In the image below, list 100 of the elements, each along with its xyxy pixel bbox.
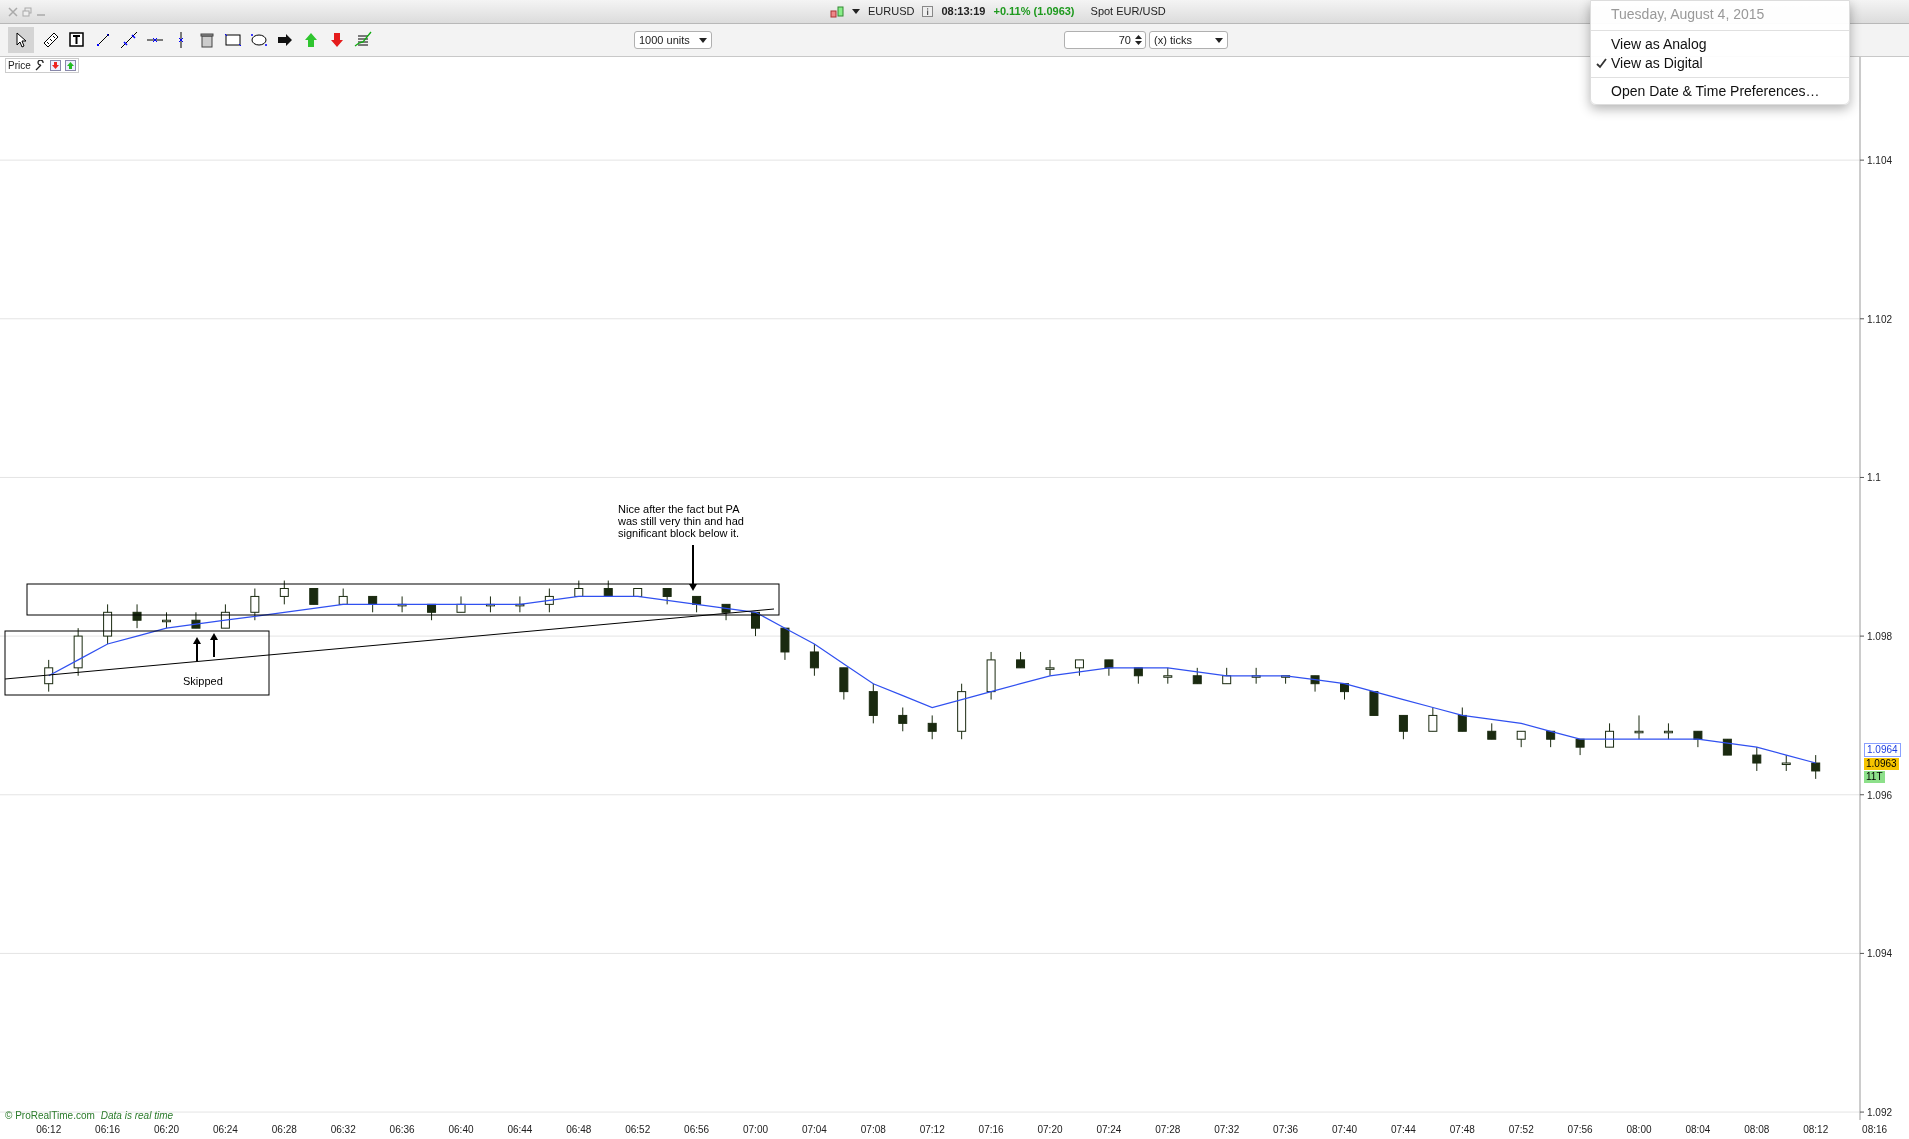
candlestick: [1634, 714, 1644, 740]
candlestick: [1104, 659, 1114, 677]
time-axis-label: 07:24: [1096, 1124, 1122, 1135]
candlestick: [574, 580, 584, 597]
time-axis-label: 06:28: [271, 1124, 297, 1135]
candlestick: [1781, 754, 1791, 772]
candlestick: [1752, 746, 1762, 772]
candlestick-icon[interactable]: [830, 4, 844, 19]
time-axis-label: 06:40: [448, 1124, 474, 1135]
candlestick: [1133, 667, 1143, 685]
period-count-field[interactable]: 70: [1064, 31, 1146, 49]
time-axis-label: 07:28: [1155, 1124, 1181, 1135]
arrow-down-icon[interactable]: [49, 60, 61, 71]
arrow-down-icon[interactable]: [328, 31, 346, 49]
candlestick: [1693, 730, 1703, 748]
candlestick: [692, 595, 702, 613]
candlestick: [1605, 722, 1615, 748]
time-axis-label: 06:52: [625, 1124, 651, 1135]
time-axis-label: 06:24: [212, 1124, 238, 1135]
wrench-icon[interactable]: [34, 60, 46, 71]
candlestick: [279, 580, 289, 605]
candlestick: [456, 595, 466, 613]
menu-item-label: View as Analog: [1611, 35, 1707, 54]
line-icon[interactable]: [120, 31, 138, 49]
candlestick: [1310, 675, 1320, 693]
ruler-icon[interactable]: [42, 31, 60, 49]
time-axis-label: 06:20: [154, 1124, 179, 1135]
time-axis-label: 08:00: [1626, 1124, 1652, 1135]
text-tool-icon[interactable]: [68, 31, 86, 49]
time-axis-label: 07:20: [1037, 1124, 1063, 1135]
candlestick: [338, 588, 348, 605]
candlestick: [1575, 738, 1585, 756]
caret-icon: [699, 37, 707, 43]
time-axis-label: 06:36: [389, 1124, 415, 1135]
candlestick: [957, 683, 967, 740]
candlestick: [1222, 667, 1232, 685]
trash-icon[interactable]: [198, 31, 216, 49]
period-unit-select[interactable]: (x) ticks: [1149, 31, 1228, 49]
candlestick: [1457, 707, 1467, 732]
candlestick: [544, 588, 554, 613]
candlestick: [1340, 683, 1349, 701]
menu-item-label: Open Date & Time Preferences…: [1611, 82, 1820, 101]
candlestick: [515, 595, 525, 613]
candlestick: [1546, 730, 1556, 748]
candlestick: [1192, 667, 1202, 685]
menu-item[interactable]: Open Date & Time Preferences…: [1591, 82, 1849, 101]
menu-item[interactable]: View as Analog: [1591, 35, 1849, 54]
time-axis-label: 06:32: [330, 1124, 356, 1135]
candlestick: [191, 611, 201, 629]
candlestick: [780, 627, 790, 661]
ellipse-tool-icon[interactable]: [250, 31, 268, 49]
time-axis-label: 08:12: [1803, 1124, 1829, 1135]
caret-icon[interactable]: [852, 8, 860, 15]
arrow-right-icon[interactable]: [276, 31, 294, 49]
line-segment-icon[interactable]: [94, 31, 112, 49]
pane-title: Price: [8, 59, 31, 73]
candlestick: [898, 707, 908, 732]
candlestick: [603, 580, 613, 597]
arrow-up-icon[interactable]: [64, 60, 76, 71]
copyright-text[interactable]: © ProRealTime.com: [5, 1108, 95, 1123]
candlestick: [1811, 754, 1821, 780]
time-axis-label: 07:56: [1567, 1124, 1593, 1135]
time-axis-label: 07:40: [1332, 1124, 1357, 1135]
candlestick: [1074, 659, 1084, 677]
price-tag: 11T: [1864, 771, 1885, 783]
candlestick: [132, 603, 142, 629]
time-axis-label: 07:36: [1273, 1124, 1299, 1135]
price-axis-label: 1.094: [1867, 948, 1893, 960]
time-axis-label: 07:08: [860, 1124, 886, 1135]
chart-tool-icon[interactable]: [354, 31, 372, 49]
menu-date: Tuesday, August 4, 2015: [1610, 5, 1766, 24]
time-axis-label: 08:16: [1862, 1124, 1888, 1135]
stepper-icon[interactable]: [1135, 34, 1142, 46]
clock-time[interactable]: 08:13:19: [941, 3, 986, 20]
time-axis-label: 06:12: [36, 1124, 62, 1135]
candlestick: [927, 714, 937, 740]
time-axis-label: 08:08: [1744, 1124, 1770, 1135]
candlestick: [809, 643, 819, 677]
info-icon[interactable]: [922, 6, 934, 17]
candlestick: [1281, 675, 1291, 685]
candlestick: [839, 667, 849, 701]
candlestick: [250, 588, 260, 621]
candlestick: [1163, 667, 1173, 685]
candlestick: [103, 603, 113, 645]
time-axis-label: 07:48: [1449, 1124, 1475, 1135]
rectangle-tool-icon[interactable]: [224, 31, 242, 49]
candlestick: [427, 603, 437, 621]
candlestick: [751, 611, 760, 637]
candlestick: [397, 595, 407, 613]
candlestick: [1398, 714, 1408, 740]
menu-item[interactable]: View as Digital: [1591, 54, 1849, 73]
symbol-label: EURUSD: [868, 4, 915, 20]
candlestick: [368, 595, 378, 613]
quantity-select[interactable]: 1000 units: [634, 31, 712, 49]
time-axis-label: 07:52: [1508, 1124, 1534, 1135]
candlestick: [44, 659, 54, 693]
time-axis-label: 07:00: [743, 1124, 768, 1135]
candlestick: [220, 603, 230, 629]
price-axis-label: 1.092: [1867, 1107, 1893, 1119]
candlestick: [1428, 707, 1438, 732]
